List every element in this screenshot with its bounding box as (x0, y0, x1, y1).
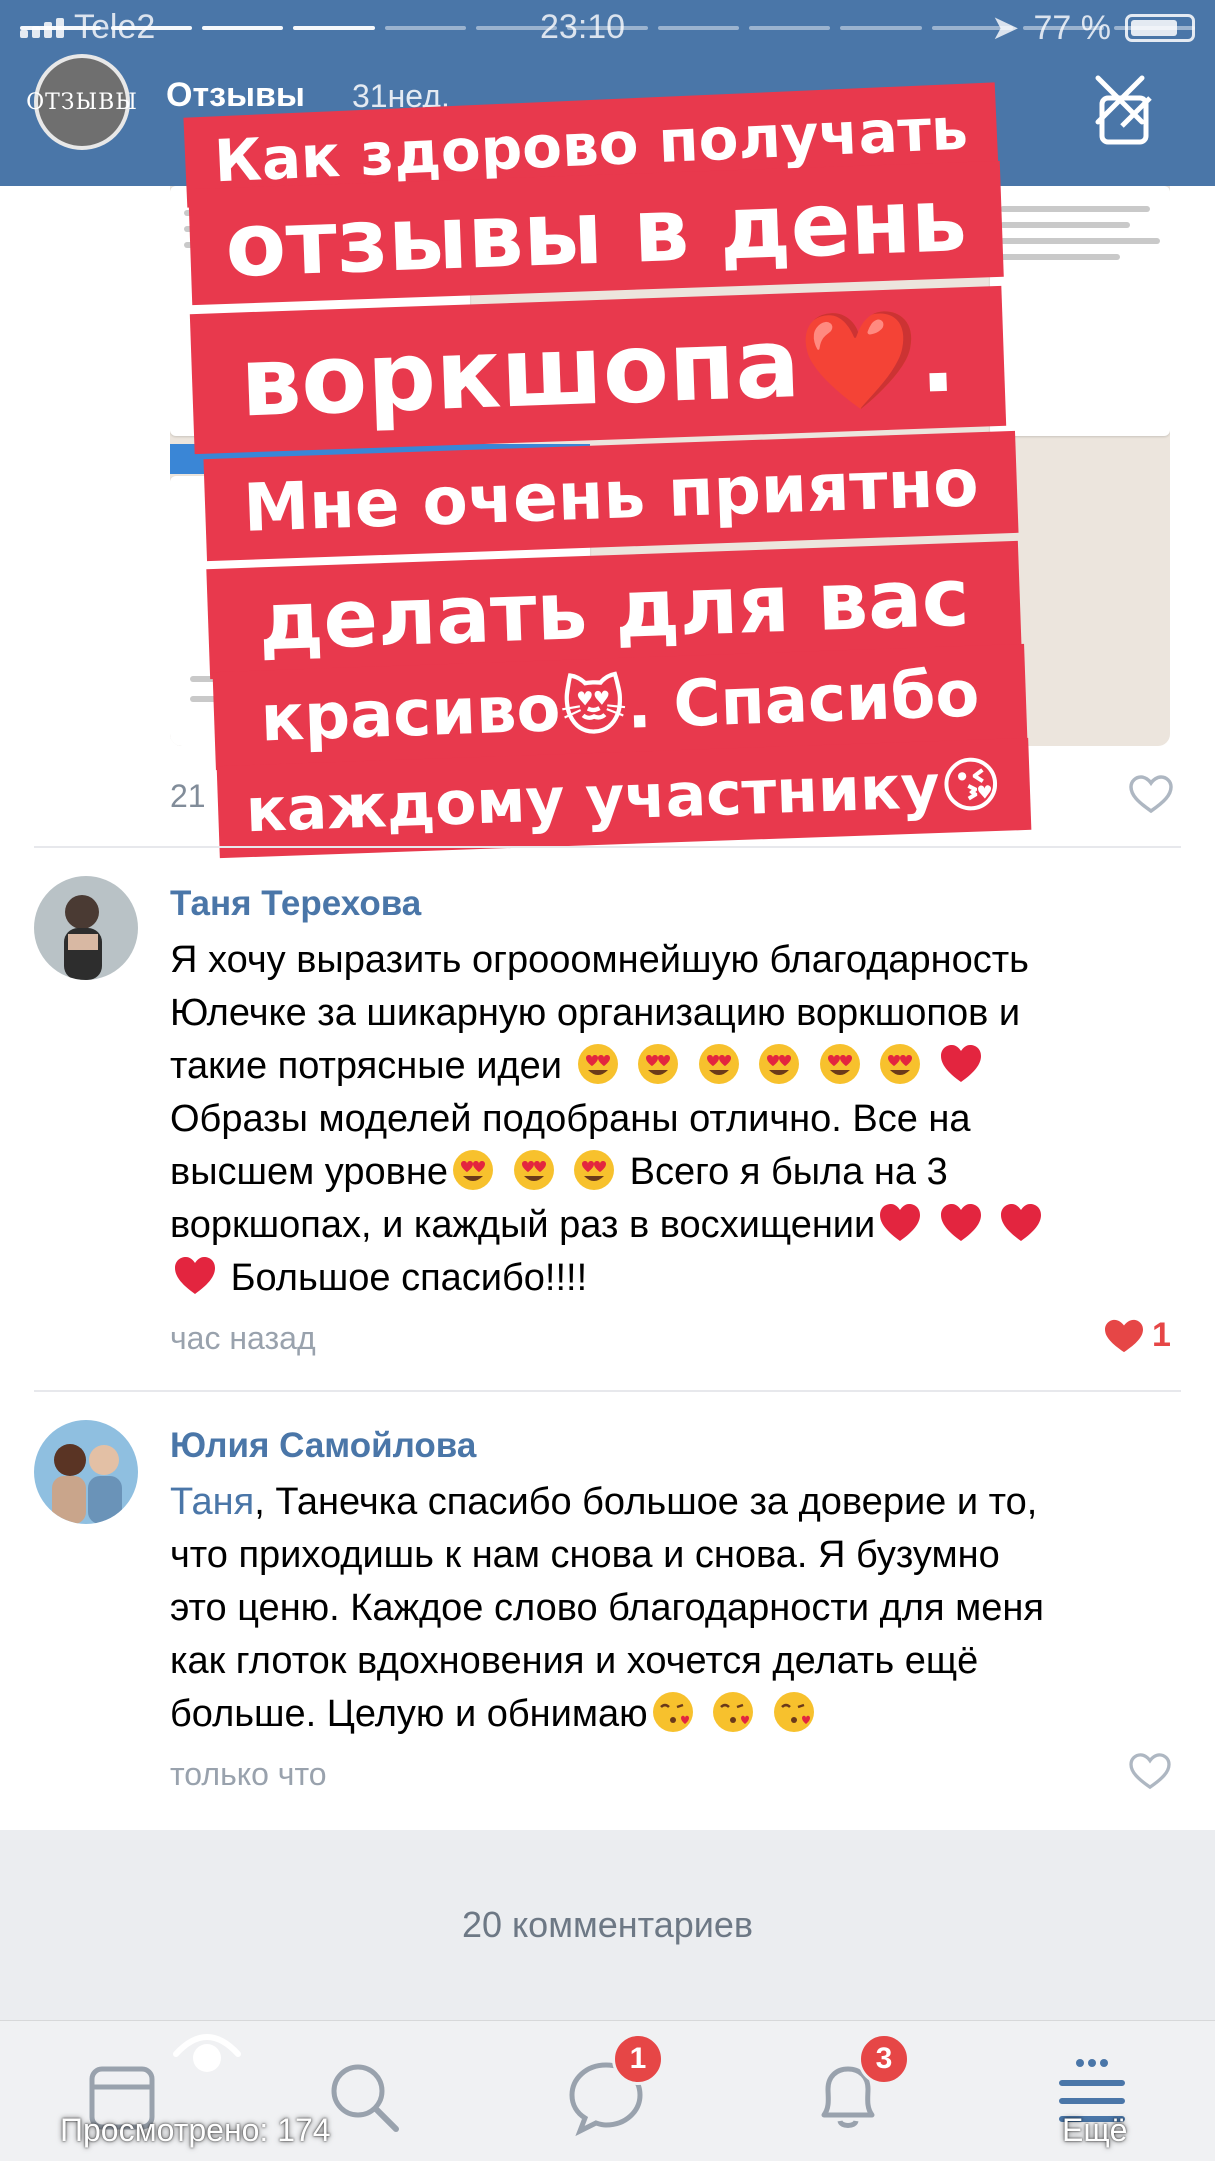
comment-line: Образы моделей подобраны отлично. Все на (170, 1098, 971, 1140)
messages-badge: 1 (612, 2033, 664, 2085)
heart-eyes-emoji (577, 1044, 618, 1084)
story-avatar-text: ОТЗЫВЫ (26, 89, 138, 115)
notifications-badge: 3 (858, 2033, 910, 2085)
heart-outline-icon[interactable] (1128, 1752, 1172, 1790)
heart-emoji (940, 1045, 981, 1082)
heart-eyes-emoji (759, 1044, 800, 1084)
all-comments-button[interactable]: 20 комментариев (0, 1830, 1215, 2020)
comment-author[interactable]: Юлия Самойлова (170, 1426, 476, 1466)
comment-line: больше. Целую и обнимаю (170, 1688, 1150, 1741)
status-bar: Tele2 23:10 ➤ 77 % (0, 0, 1215, 60)
comment-line-text: Большое спасибо!!!! (230, 1257, 588, 1299)
avatar-photo (34, 876, 138, 980)
heart-eyes-emoji (698, 1044, 739, 1084)
eye-icon (173, 2034, 241, 2072)
all-comments-label: 20 комментариев (461, 1904, 753, 1945)
heart-filled-icon (1105, 1319, 1143, 1352)
heart-eyes-emoji (452, 1150, 493, 1190)
comment-line-text: больше. Целую и обнимаю (170, 1693, 648, 1735)
heart-eyes-emoji (819, 1044, 860, 1084)
comment-author[interactable]: Таня Терехова (170, 884, 421, 924)
story-progress (20, 26, 1196, 30)
comment-line-text: воркшопах, и каждый раз в восхищении (170, 1204, 876, 1246)
divider (34, 846, 1181, 848)
avatar[interactable] (34, 876, 138, 980)
comment-line: как глоток вдохновения и хочется делать … (170, 1640, 979, 1682)
comment-text: Таня, Танечка спасибо большое за доверие… (170, 1476, 1150, 1741)
comment-line: такие потрясные идеи (170, 1040, 1150, 1093)
kiss-emoji (652, 1692, 693, 1732)
comment-line: Юлечке за шикарную организацию воркшопов… (170, 992, 1021, 1034)
post-likes-count: 21 (170, 778, 206, 814)
divider (34, 1390, 1181, 1392)
chat-screenshot (990, 186, 1170, 436)
comment-line: это ценю. Каждое слово благодарности для… (170, 1587, 1044, 1629)
heart-emoji (880, 1204, 921, 1241)
kiss-emoji (713, 1692, 754, 1732)
comment-line-text: такие потрясные идеи (170, 1045, 562, 1087)
comment-line: высшем уровне Всего я была на 3 (170, 1146, 1150, 1199)
avatar[interactable] (34, 1420, 138, 1524)
comment-line-text: Всего я была на 3 (629, 1151, 948, 1193)
comment-line-text: высшем уровне (170, 1151, 448, 1193)
heart-outline-icon[interactable] (1128, 774, 1174, 814)
heart-eyes-emoji (880, 1044, 921, 1084)
comment-line: Большое спасибо!!!! (170, 1252, 1150, 1305)
heart-emoji (175, 1257, 215, 1294)
comment-line: воркшопах, и каждый раз в восхищении (170, 1199, 1150, 1252)
comment-time: только что (170, 1756, 327, 1792)
comment-line: Я хочу выразить огрооомнейшую благодарно… (170, 939, 1029, 981)
comment-line: Таня, Танечка спасибо большое за доверие… (170, 1476, 1150, 1529)
banner-line-3: воркшопа❤️. (189, 285, 1007, 455)
close-icon[interactable] (1088, 68, 1152, 132)
views-count: Просмотрено: 174 (60, 2112, 331, 2148)
kiss-emoji (773, 1692, 814, 1732)
story-author-name[interactable]: Отзывы (166, 76, 305, 115)
comment-text: Я хочу выразить огрооомнейшую благодарно… (170, 934, 1150, 1305)
search-icon[interactable] (324, 2057, 404, 2137)
mention-link[interactable]: Таня (170, 1481, 254, 1523)
heart-emoji (940, 1204, 981, 1241)
comment-time: час назад (170, 1320, 316, 1356)
heart-emoji (1001, 1204, 1042, 1241)
heart-eyes-emoji (638, 1044, 679, 1084)
comment-like-button[interactable]: 1 (1102, 1316, 1171, 1355)
comment-line-text: , Танечка спасибо большое за доверие и т… (254, 1481, 1038, 1523)
comment-like-count: 1 (1152, 1316, 1171, 1354)
story-avatar[interactable]: ОТЗЫВЫ (26, 54, 137, 150)
avatar-photo (34, 1420, 138, 1524)
comment-line: что приходишь к нам снова и снова. Я буз… (170, 1534, 1000, 1576)
more-label[interactable]: Ещё (1062, 2112, 1127, 2149)
heart-eyes-emoji (513, 1150, 554, 1190)
heart-eyes-emoji (574, 1150, 615, 1190)
